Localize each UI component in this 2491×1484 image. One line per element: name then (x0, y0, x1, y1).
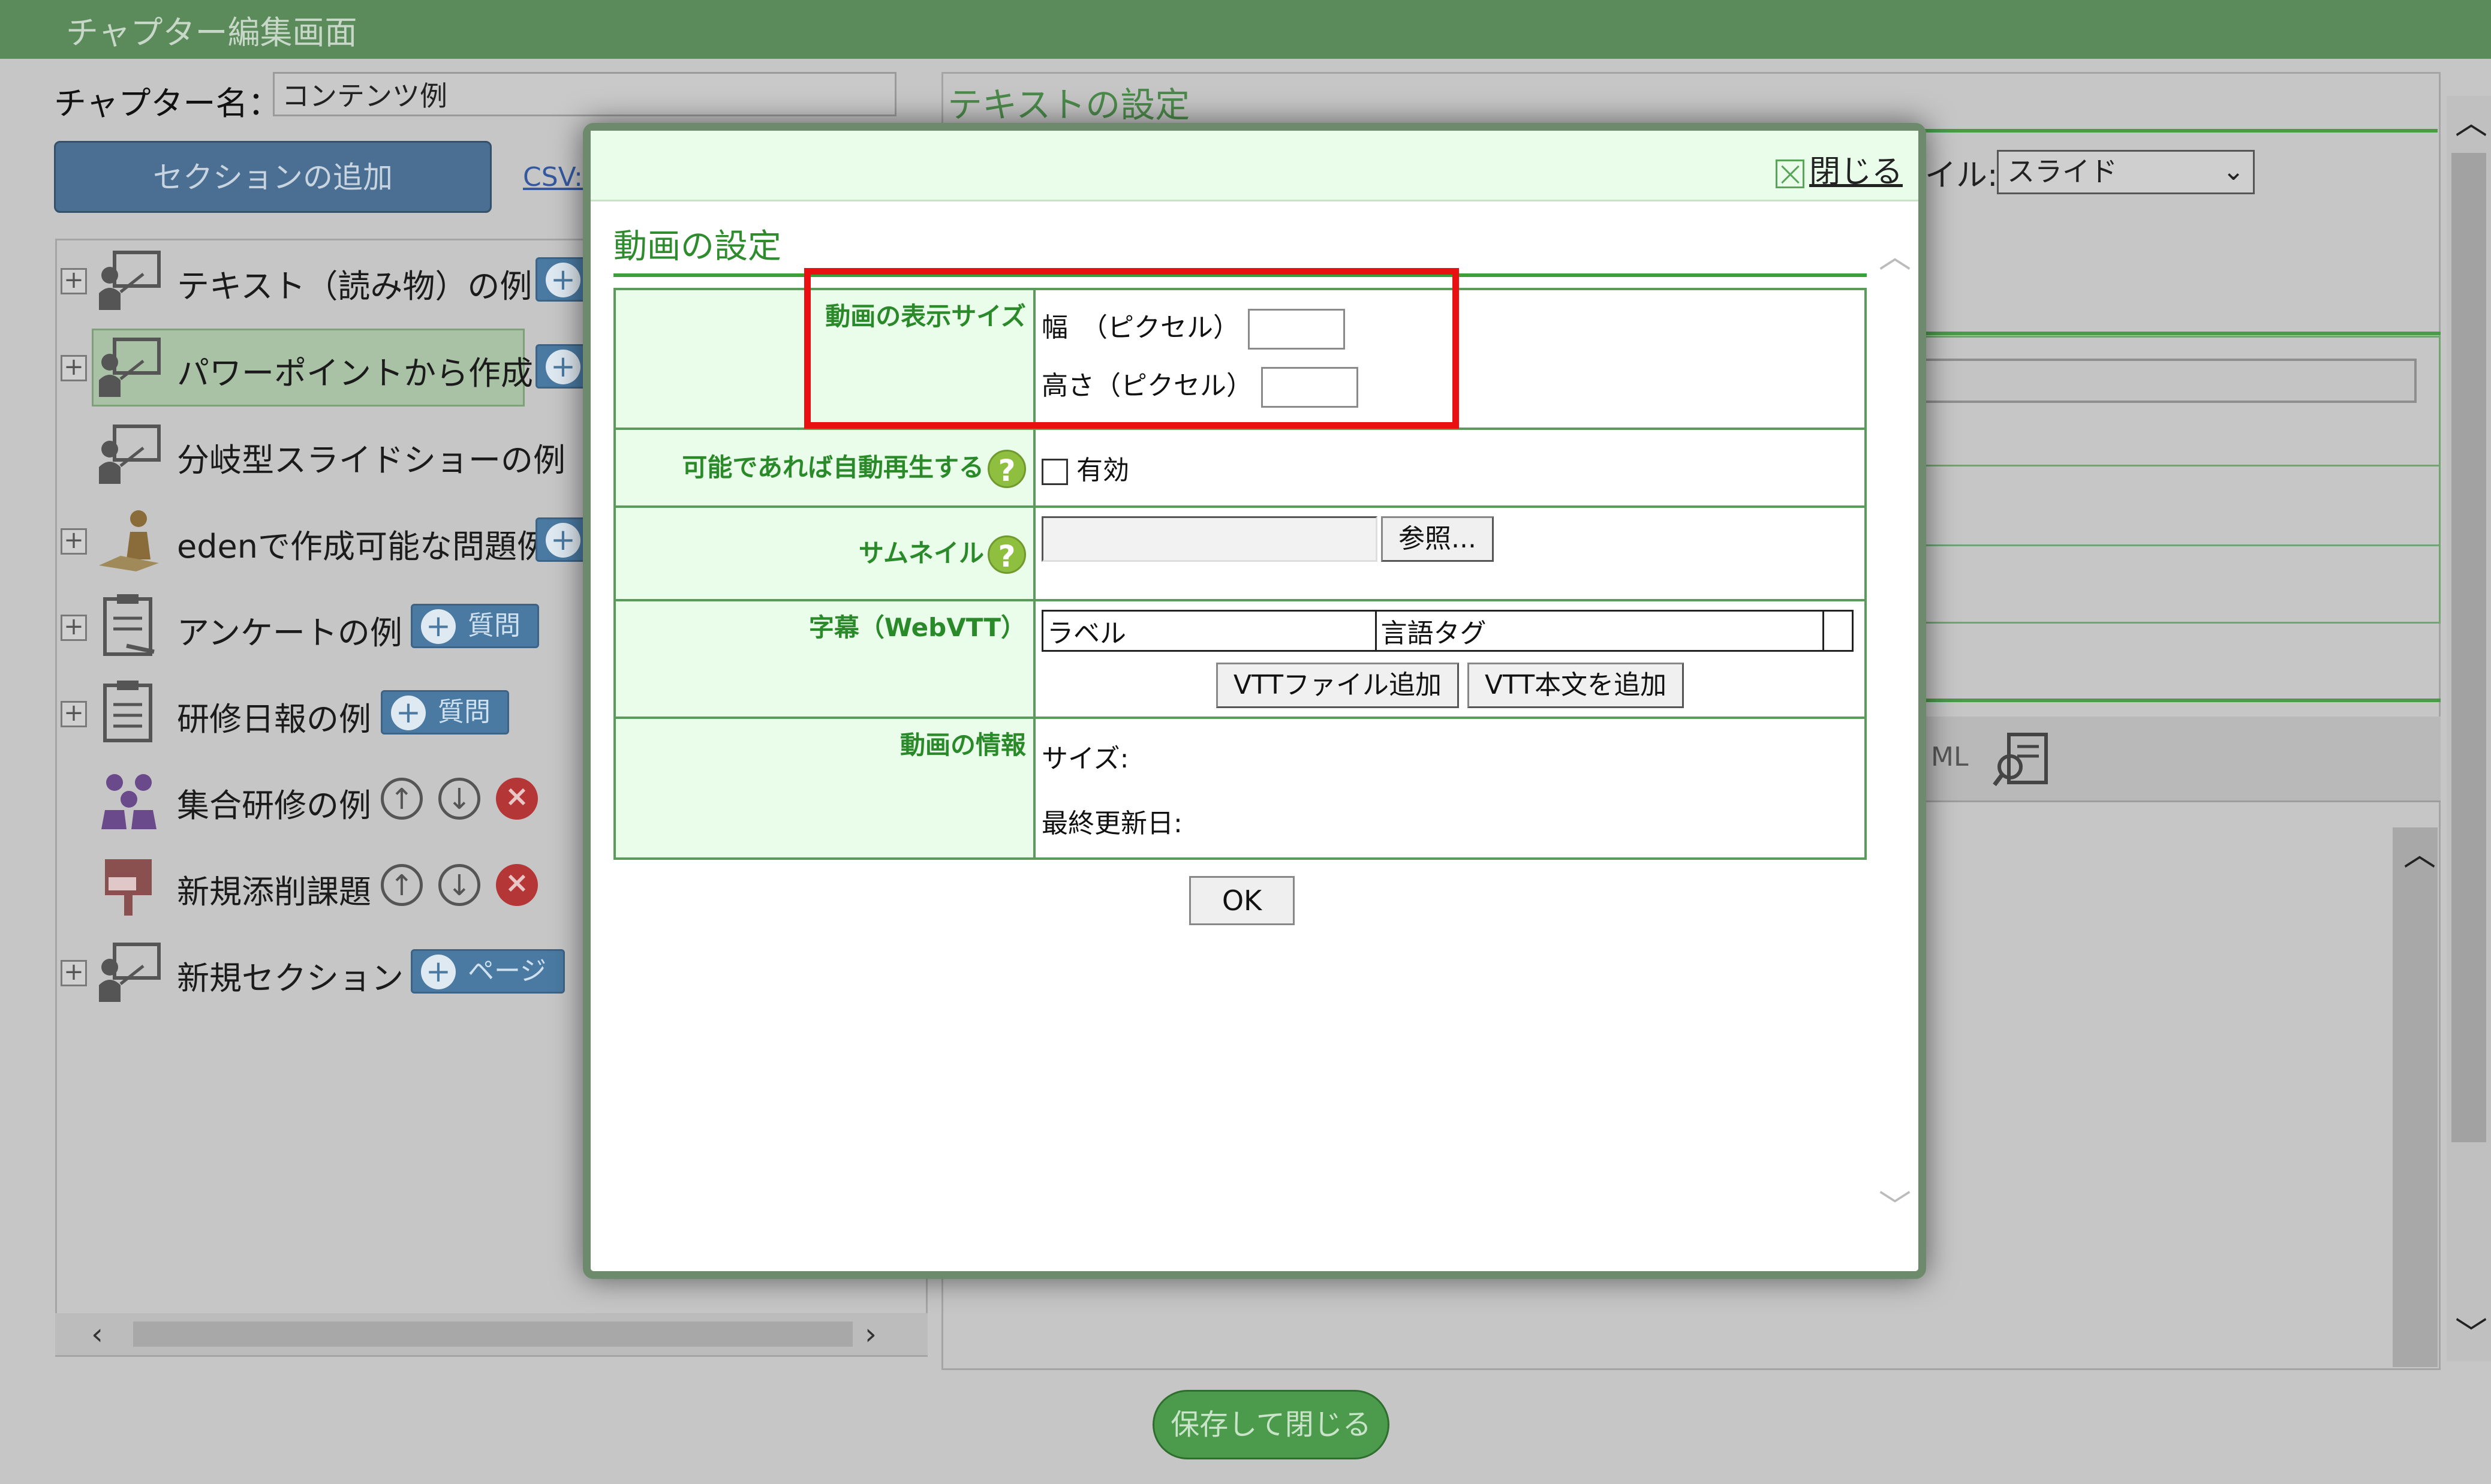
dialog-title: 動画の設定 (613, 227, 781, 266)
chevron-down-icon: ⌄ (2222, 156, 2245, 186)
add-page-button[interactable]: + (535, 344, 589, 389)
window-title: チャプター編集画面 (66, 14, 357, 52)
tree-item-label: edenで作成可能な問題例 (177, 528, 549, 565)
scroll-up-icon[interactable]: ︿ (2455, 96, 2487, 143)
plus-icon: + (421, 955, 456, 989)
highlight-box (804, 268, 1459, 429)
csv-link[interactable]: CSV: (523, 162, 583, 192)
tree-item-label: 新規添削課題 (177, 873, 371, 911)
post-icon (105, 859, 152, 916)
delete-icon[interactable]: × (496, 864, 538, 906)
add-page-button[interactable]: + (535, 517, 589, 562)
help-icon[interactable]: ? (988, 450, 1026, 489)
style-select[interactable]: スライド ⌄ (1997, 150, 2255, 194)
tree-horizontal-scrollbar[interactable]: ‹ › (55, 1313, 928, 1355)
expand-icon[interactable]: + (61, 701, 87, 727)
lecture-icon (99, 251, 161, 310)
style-label: イル: (1925, 158, 1998, 194)
video-info-label: 動画の情報 (613, 717, 1036, 860)
clipboard-icon (103, 681, 152, 742)
expand-icon[interactable]: + (61, 268, 87, 294)
editor-scrollbar[interactable]: ︿ (2393, 827, 2438, 1367)
dialog-header: 閉じる (591, 131, 1918, 201)
page-vertical-scrollbar[interactable]: ︿ ﹀ (2447, 96, 2491, 1361)
browse-button[interactable]: 参照... (1381, 516, 1494, 562)
tree-item-label: パワーポイントから作成 (177, 354, 533, 392)
last-updated-label: 最終更新日: (1042, 808, 1183, 839)
window-title-bar: チャプター編集画面 (0, 0, 2491, 59)
lecture-icon (99, 425, 161, 484)
thumbnail-file-input[interactable] (1042, 516, 1377, 562)
tree-item-label: テキスト（読み物）の例 (177, 267, 533, 305)
study-icon (99, 510, 159, 571)
scroll-up-icon[interactable]: ︿ (1879, 230, 1911, 277)
scroll-right-icon[interactable]: › (865, 1317, 877, 1351)
plus-icon: + (421, 609, 456, 644)
plus-icon: + (391, 696, 426, 730)
help-icon[interactable]: ? (988, 535, 1026, 574)
add-page-button[interactable]: + ページ (411, 949, 565, 994)
scroll-down-icon[interactable]: ﹀ (2455, 1307, 2487, 1354)
scroll-up-icon[interactable]: ︿ (2403, 827, 2436, 875)
html-mode-label[interactable]: ML (1931, 742, 1968, 772)
expand-icon[interactable]: + (61, 355, 87, 381)
move-up-icon[interactable]: ↑ (381, 864, 423, 906)
add-page-button[interactable]: + (535, 257, 589, 302)
add-question-button[interactable]: + 質問 (381, 690, 509, 735)
close-icon (1775, 159, 1804, 188)
expand-icon[interactable]: + (61, 528, 87, 555)
delete-icon[interactable]: × (496, 778, 538, 820)
subtitle-list: ラベル 言語タグ (1041, 610, 1854, 652)
tree-item-label: 分岐型スライドショーの例 (177, 441, 565, 479)
move-down-icon[interactable]: ↓ (438, 864, 480, 906)
subtitles-label: 字幕（WebVTT） (613, 599, 1036, 719)
tree-item-label: アンケートの例 (177, 614, 402, 652)
add-vtt-file-button[interactable]: VTTファイル追加 (1216, 663, 1459, 708)
expand-icon[interactable]: + (61, 960, 87, 986)
add-question-button[interactable]: + 質問 (411, 604, 539, 648)
lecture-icon (99, 943, 161, 1002)
scroll-left-icon[interactable]: ‹ (91, 1317, 103, 1351)
tree-item-label: 新規セクション (177, 959, 404, 997)
dialog-scrollbar[interactable]: ︿ ﹀ (1878, 230, 1911, 1237)
clipboard-icon (103, 594, 155, 656)
subtitle-label-column: ラベル (1041, 610, 1377, 652)
chapter-name-label: チャプター名： (54, 85, 281, 122)
subtitle-lang-column: 言語タグ (1375, 610, 1825, 652)
video-size-label: サイズ: (1042, 743, 1129, 774)
thumbnail-label: サムネイル (858, 538, 984, 568)
background-input[interactable] (1919, 359, 2417, 403)
close-dialog-link[interactable]: 閉じる (1775, 146, 1903, 191)
plus-icon: + (546, 523, 580, 558)
editor-toolbar: ML (1925, 717, 2441, 802)
text-settings-title: テキストの設定 (947, 85, 1190, 125)
move-down-icon[interactable]: ↓ (438, 778, 480, 820)
plus-icon: + (546, 263, 580, 297)
plus-icon: + (546, 350, 580, 384)
scroll-thumb[interactable] (133, 1322, 853, 1347)
save-and-close-button[interactable]: 保存して閉じる (1153, 1390, 1389, 1459)
autoplay-checkbox[interactable] (1042, 459, 1068, 485)
add-section-button[interactable]: セクションの追加 (54, 141, 492, 213)
chapter-name-input[interactable]: コンテンツ例 (273, 72, 896, 116)
tree-item-label: 研修日報の例 (177, 700, 371, 738)
move-up-icon[interactable]: ↑ (381, 778, 423, 820)
autoplay-label: 可能であれば自動再生する (682, 452, 984, 482)
autoplay-checkbox-label: 有効 (1076, 455, 1129, 486)
ok-button[interactable]: OK (1189, 876, 1295, 925)
group-icon (101, 774, 157, 829)
tree-item-label: 集合研修の例 (177, 787, 371, 824)
scroll-thumb[interactable] (2451, 153, 2486, 1142)
expand-icon[interactable]: + (61, 615, 87, 641)
preview-search-icon[interactable] (1991, 730, 2051, 790)
add-vtt-text-button[interactable]: VTT本文を追加 (1467, 663, 1684, 708)
scroll-down-icon[interactable]: ﹀ (1879, 1180, 1911, 1227)
lecture-icon (99, 338, 161, 397)
